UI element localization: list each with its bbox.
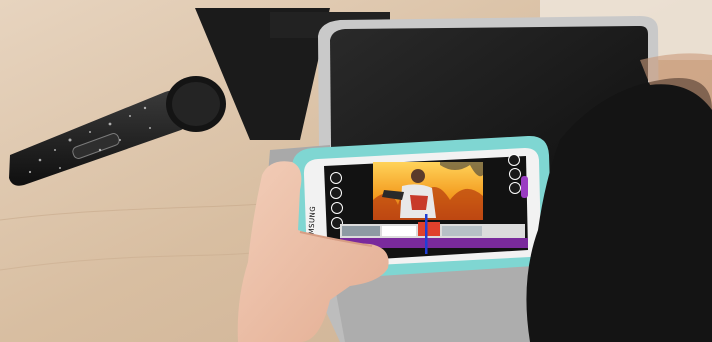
playhead xyxy=(425,214,428,254)
video-preview xyxy=(373,162,483,220)
back-icon[interactable] xyxy=(330,172,342,184)
settings-icon[interactable] xyxy=(509,182,521,194)
share-icon[interactable] xyxy=(509,168,521,180)
audio-icon[interactable] xyxy=(331,202,343,214)
photo-scene: SAMSUNG xyxy=(0,0,712,342)
photo-illustration: SAMSUNG xyxy=(0,0,712,342)
play-icon[interactable] xyxy=(508,154,520,166)
record-icon[interactable] xyxy=(521,176,528,198)
undo-icon[interactable] xyxy=(330,187,342,199)
